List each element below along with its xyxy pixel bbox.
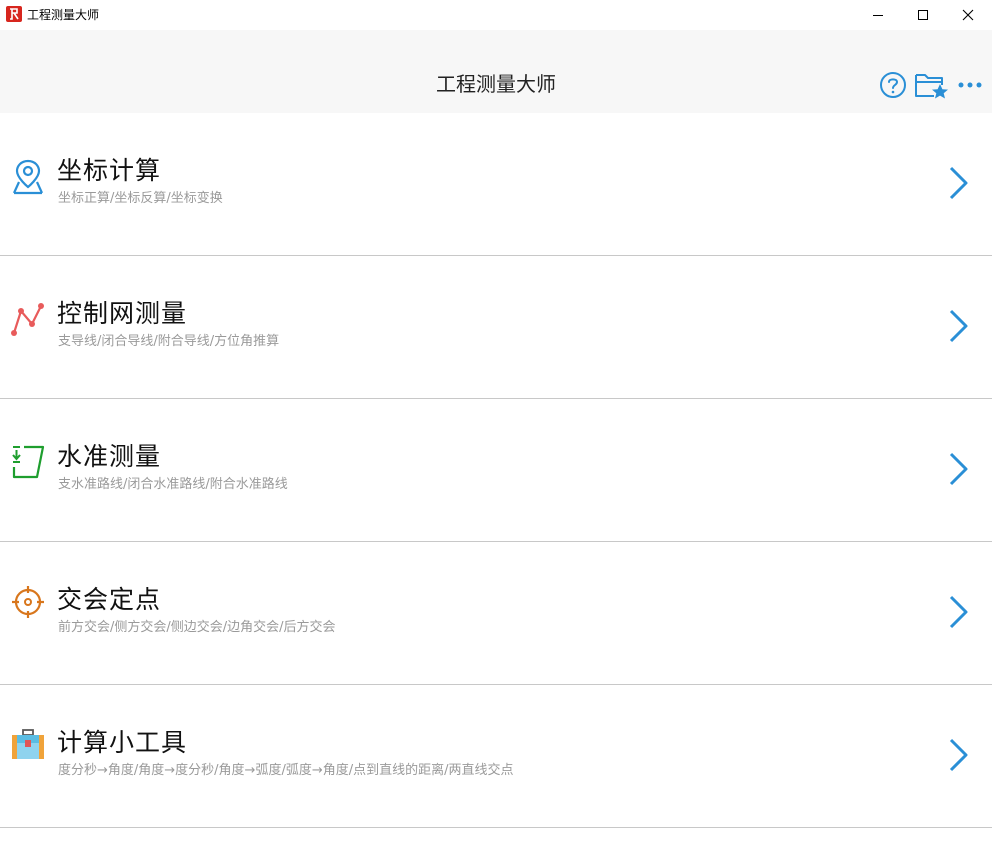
window-titlebar: 工程测量大师 <box>0 0 992 30</box>
traverse-line-icon <box>10 300 46 340</box>
maximize-icon <box>918 10 928 20</box>
maximize-button[interactable] <box>900 0 946 30</box>
leveling-icon <box>10 441 46 481</box>
chevron-right-icon <box>946 308 972 348</box>
toolbox-icon <box>10 727 46 767</box>
menu-item-title: 水准测量 <box>57 442 162 471</box>
menu-item-title: 计算小工具 <box>57 728 188 757</box>
chevron-right-icon <box>946 737 972 777</box>
minimize-button[interactable] <box>855 0 901 30</box>
menu-item-control-network[interactable]: 控制网测量 支导线/闭合导线/附合导线/方位角推算 <box>0 256 992 399</box>
app-logo-icon <box>6 6 22 22</box>
favorites-folder-icon[interactable] <box>914 70 950 100</box>
close-icon <box>962 9 974 21</box>
menu-item-calc-tools[interactable]: 计算小工具 度分秒→角度/角度→度分秒/角度→弧度/弧度→角度/点到直线的距离/… <box>0 685 992 828</box>
menu-item-subtitle: 前方交会/侧方交会/侧边交会/边角交会/后方交会 <box>58 620 336 635</box>
menu-item-subtitle: 坐标正算/坐标反算/坐标变换 <box>58 191 223 206</box>
more-icon[interactable] <box>956 71 984 99</box>
menu-item-title: 控制网测量 <box>57 299 188 328</box>
chevron-right-icon <box>946 594 972 634</box>
menu-item-subtitle: 支导线/闭合导线/附合导线/方位角推算 <box>58 334 280 349</box>
window-title: 工程测量大师 <box>27 8 100 22</box>
menu-item-title: 交会定点 <box>57 585 162 614</box>
menu-item-coordinate-calc[interactable]: 坐标计算 坐标正算/坐标反算/坐标变换 <box>0 113 992 256</box>
app-header: 工程测量大师 <box>0 30 992 113</box>
chevron-right-icon <box>946 451 972 491</box>
page-title: 工程测量大师 <box>436 72 556 96</box>
menu-item-subtitle: 度分秒→角度/角度→度分秒/角度→弧度/弧度→角度/点到直线的距离/两直线交点 <box>58 763 514 778</box>
location-pin-icon <box>10 157 46 197</box>
menu-item-subtitle: 支水准路线/闭合水准路线/附合水准路线 <box>58 477 288 492</box>
menu-item-title: 坐标计算 <box>57 156 162 185</box>
help-icon[interactable] <box>879 71 907 99</box>
crosshair-icon <box>10 584 46 624</box>
chevron-right-icon <box>946 165 972 205</box>
menu-item-intersection[interactable]: 交会定点 前方交会/侧方交会/侧边交会/边角交会/后方交会 <box>0 542 992 685</box>
minimize-icon <box>873 15 883 16</box>
close-button[interactable] <box>945 0 991 30</box>
menu-item-leveling[interactable]: 水准测量 支水准路线/闭合水准路线/附合水准路线 <box>0 399 992 542</box>
